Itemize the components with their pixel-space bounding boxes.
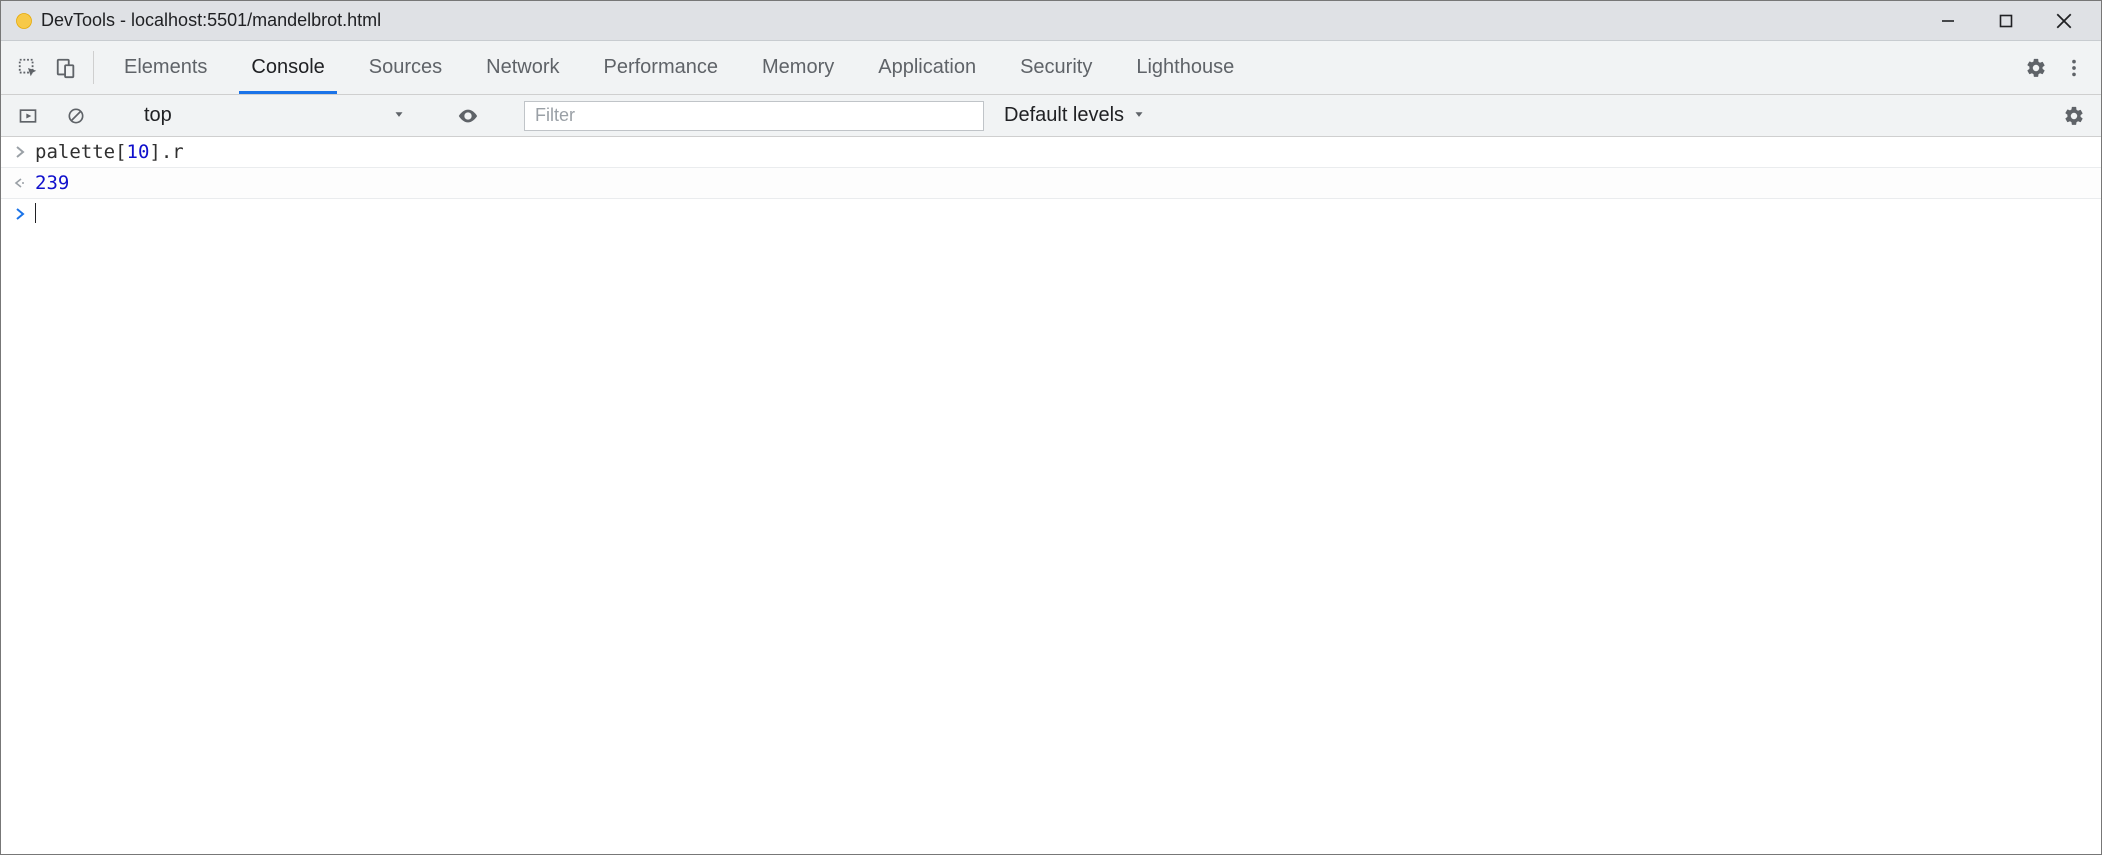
return-arrow-icon — [11, 177, 29, 189]
tab-application[interactable]: Application — [856, 41, 998, 94]
toggle-sidebar-icon[interactable] — [9, 106, 47, 126]
prompt-input[interactable] — [35, 203, 36, 225]
tab-security[interactable]: Security — [998, 41, 1114, 94]
code-text: palette[10].r — [35, 141, 184, 163]
console-toolbar: top Default levels — [1, 95, 2101, 137]
tab-network[interactable]: Network — [464, 41, 581, 94]
gear-icon[interactable] — [2017, 41, 2055, 94]
window-minimize-button[interactable] — [1919, 1, 1977, 41]
clear-console-icon[interactable] — [57, 106, 95, 126]
tab-memory[interactable]: Memory — [740, 41, 856, 94]
devtools-tabs-bar: Elements Console Sources Network Perform… — [1, 41, 2101, 95]
tab-elements[interactable]: Elements — [102, 41, 229, 94]
console-settings-gear-icon[interactable] — [2055, 105, 2093, 127]
window-title: DevTools - localhost:5501/mandelbrot.htm… — [41, 10, 381, 31]
live-expression-eye-icon[interactable] — [449, 105, 487, 127]
window-titlebar: DevTools - localhost:5501/mandelbrot.htm… — [1, 1, 2101, 41]
tab-label: Security — [1020, 56, 1092, 79]
window-maximize-button[interactable] — [1977, 1, 2035, 41]
tab-label: Lighthouse — [1136, 56, 1234, 79]
chevron-right-icon — [11, 208, 29, 220]
console-input-row: palette[10].r — [1, 137, 2101, 167]
tab-label: Sources — [369, 56, 442, 79]
text-cursor — [35, 203, 36, 223]
window-close-button[interactable] — [2035, 1, 2093, 41]
console-prompt-row[interactable] — [1, 199, 2101, 229]
context-label: top — [144, 104, 172, 127]
device-toolbar-icon[interactable] — [47, 41, 85, 94]
tab-label: Network — [486, 56, 559, 79]
tab-label: Elements — [124, 56, 207, 79]
chevron-right-icon — [11, 146, 29, 158]
output-value: 239 — [35, 172, 69, 194]
chevron-down-icon — [1132, 104, 1146, 127]
tab-performance[interactable]: Performance — [582, 41, 741, 94]
console-output-row: 239 — [1, 167, 2101, 199]
devtools-app-icon — [15, 12, 33, 30]
tab-lighthouse[interactable]: Lighthouse — [1114, 41, 1256, 94]
devtools-tabs: Elements Console Sources Network Perform… — [102, 41, 1256, 94]
execution-context-select[interactable]: top — [132, 104, 412, 127]
tab-label: Console — [251, 56, 324, 79]
log-levels-select[interactable]: Default levels — [994, 104, 1146, 127]
tab-label: Application — [878, 56, 976, 79]
tab-label: Memory — [762, 56, 834, 79]
inspect-element-icon[interactable] — [9, 41, 47, 94]
levels-label: Default levels — [1004, 104, 1124, 127]
console-body[interactable]: palette[10].r 239 — [1, 137, 2101, 229]
tab-sources[interactable]: Sources — [347, 41, 464, 94]
tab-console[interactable]: Console — [229, 41, 346, 94]
filter-input[interactable] — [524, 101, 984, 131]
more-icon[interactable] — [2055, 41, 2093, 94]
chevron-down-icon — [392, 104, 406, 127]
divider — [93, 51, 94, 84]
tab-label: Performance — [604, 56, 719, 79]
